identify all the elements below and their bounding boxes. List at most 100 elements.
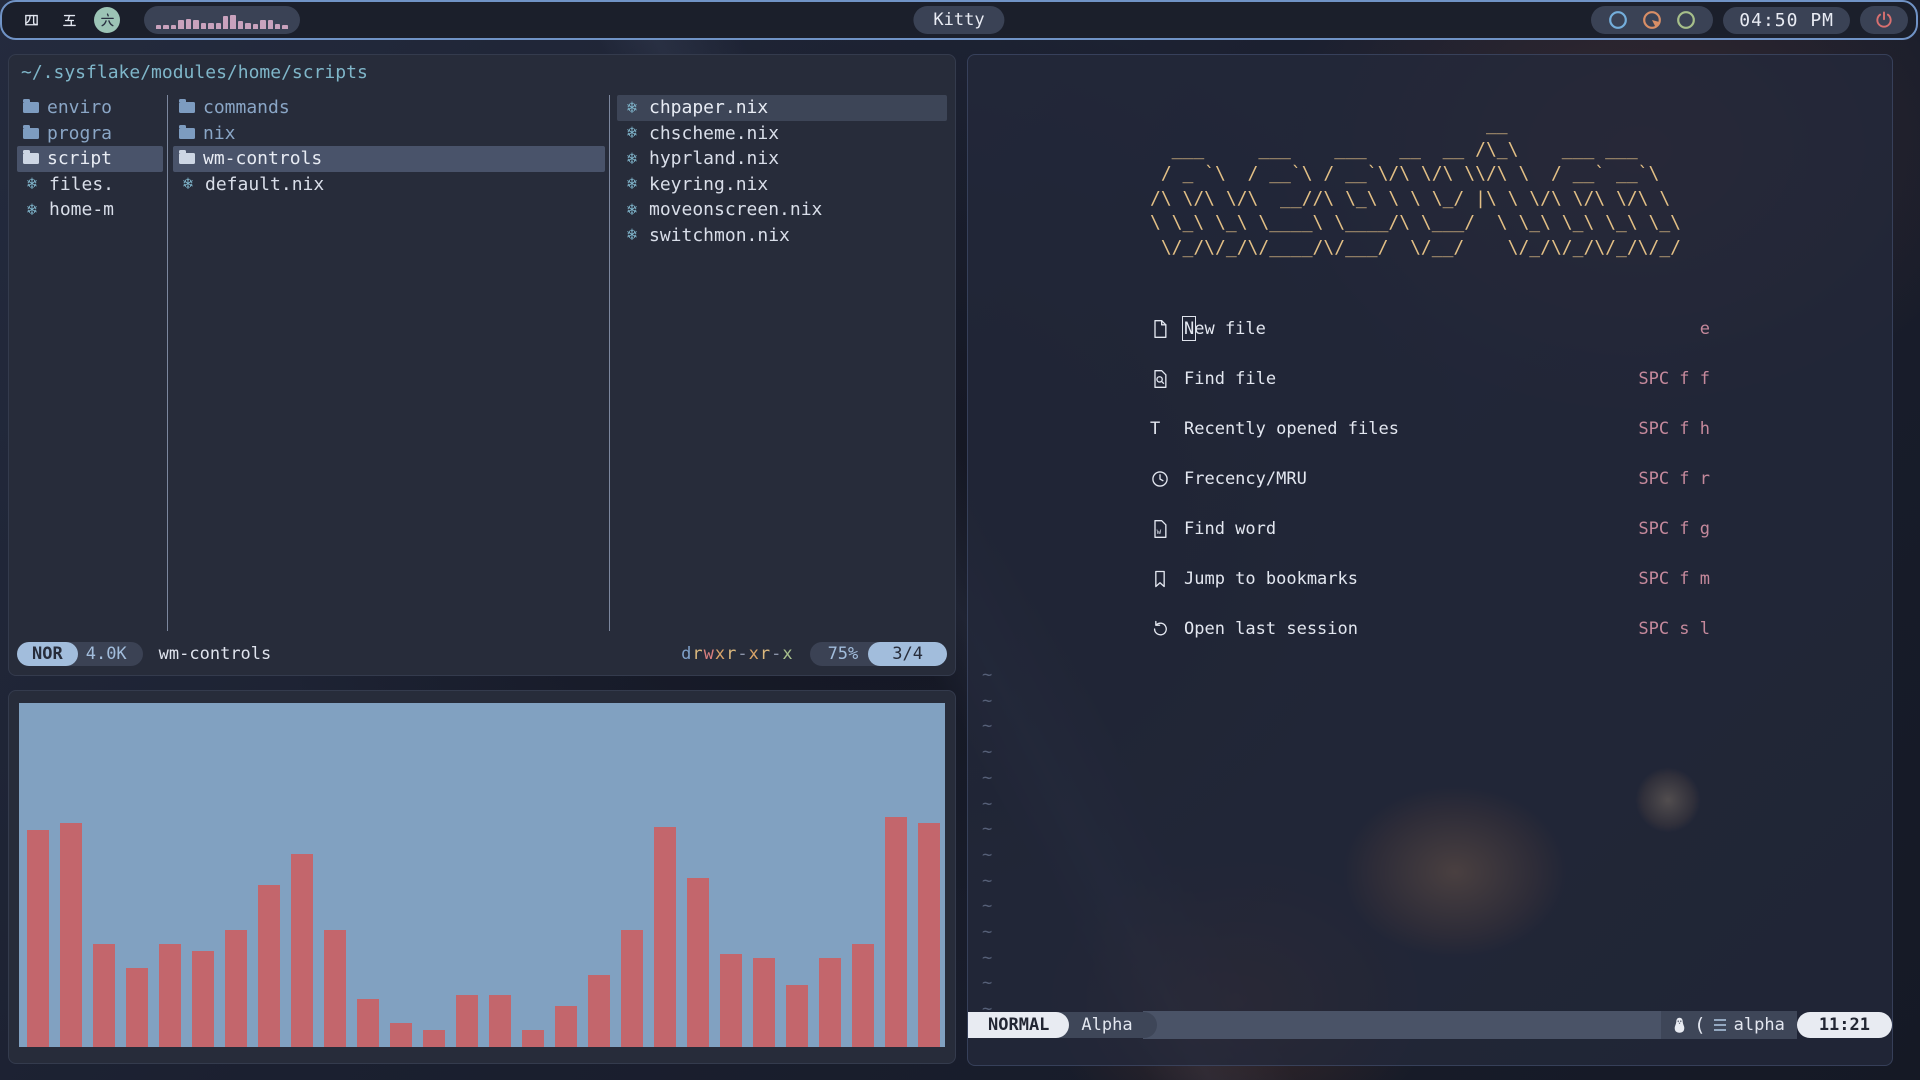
chart-bar [390,1023,412,1047]
chart-bar [588,975,610,1047]
menu-item-frecency-mru[interactable]: Frecency/MRUSPC f r [1150,454,1710,504]
sparkline-bar [268,20,273,29]
menu-item-find-file[interactable]: Find fileSPC f f [1150,354,1710,404]
memory-ring-icon [1641,9,1663,31]
file-row[interactable]: ❄ chpaper.nix [617,95,947,121]
file-row[interactable]: ❄chscheme.nix [617,121,947,147]
disk-ring-icon [1675,9,1697,31]
nix-snowflake-icon: ❄ [623,98,641,118]
sparkline-bar [253,24,258,29]
text-cursor [1182,316,1196,341]
menu-item-shortcut: SPC s l [1638,619,1710,639]
file-name: moveonscreen.nix [649,199,822,220]
menu-item-find-word[interactable]: wFind wordSPC f g [1150,504,1710,554]
nix-snowflake-icon: ❄ [623,200,641,220]
file-row[interactable]: script [17,146,163,172]
file-row[interactable]: ❄ switchmon.nix [617,223,947,249]
chart-bar [885,817,907,1047]
nix-snowflake-icon: ❄ [623,225,641,245]
mode-badge: NOR [17,642,78,666]
workspace-5[interactable] [56,7,82,33]
sparkline-bar [223,16,228,29]
vim-mode-badge: NORMAL [968,1012,1069,1038]
chart-bar [258,885,280,1047]
menu-item-jump-to-bookmarks[interactable]: Jump to bookmarksSPC f m [1150,554,1710,604]
sparkline-bar [230,15,235,29]
file-name: wm-controls [203,148,322,169]
power-icon [1874,10,1894,30]
menu-item-label: Recently opened files [1184,419,1399,439]
perm-char: r [692,644,703,664]
statusline-fill [1143,1011,1662,1039]
new-file-icon [1150,319,1184,339]
statusline-right-group: ( alpha [1661,1011,1797,1039]
workspace-group [2,6,300,34]
chart-bar [159,944,181,1047]
menu-item-new-file[interactable]: New file e [1150,304,1710,354]
file-row[interactable]: ❄ moveonscreen.nix [617,197,947,223]
perm-char: r [726,644,737,664]
chart-bar [852,944,874,1047]
file-name: nix [203,123,236,144]
last-session-icon [1150,619,1184,639]
focused-window-title: Kitty [913,6,1004,34]
power-button[interactable] [1860,6,1908,34]
perm-char: - [771,644,782,664]
chart-bar [720,954,742,1047]
sparkline-bar [163,25,168,29]
file-row[interactable]: ❄home-m [17,197,163,223]
file-row[interactable]: ❄hyprland.nix [617,146,947,172]
file-manager-window: ~/.sysflake/modules/home/scripts envirop… [8,54,956,676]
permissions-text: drwxr-xr-x [681,644,794,664]
file-row[interactable]: commands [173,95,605,121]
menu-item-shortcut: e [1700,319,1710,339]
bar-chart-bars [27,703,937,1047]
column-separator [167,95,168,631]
cpu-histogram-widget[interactable] [144,6,300,34]
file-row[interactable]: ❄keyring.nix [617,172,947,198]
file-name: commands [203,97,290,118]
top-bar: Kitty 04:50 PM [0,0,1918,40]
current-column: commands nix wm-controls ❄default.nix [173,95,605,631]
file-row[interactable]: enviro [17,95,163,121]
folder-icon [179,102,195,113]
workspace-4[interactable] [18,7,44,33]
sparkline-bar [193,20,198,29]
workspace-6-active[interactable] [94,7,120,33]
file-row[interactable]: progra [17,121,163,147]
perm-char: x [749,644,760,664]
statusline-right-text: alpha [1734,1015,1785,1035]
chart-bar [27,830,49,1047]
menu-item-open-last-session[interactable]: Open last sessionSPC s l [1150,604,1710,654]
file-name: script [47,148,112,169]
menu-item-label: Jump to bookmarks [1184,569,1358,589]
file-row[interactable]: ❄files. [17,172,163,198]
file-name: chpaper.nix [649,97,768,118]
sparkline-bar [238,21,243,29]
menu-item-label: New file [1184,319,1266,339]
sparkline-bar [282,25,287,29]
chart-bar [555,1006,577,1047]
file-row[interactable]: wm-controls [173,146,605,172]
dashboard-menu: New file e Find fileSPC f fTRecently opene… [1150,304,1710,654]
find-word-icon: w [1150,519,1184,539]
file-row[interactable]: ❄default.nix [173,172,605,198]
chart-bar [918,823,940,1047]
sparkline-bar [245,23,250,29]
perm-char: d [681,644,692,664]
neovim-window: __ ___ ___ ___ __ __ /\_\ ___ ___ / _ `\… [967,54,1893,1066]
file-name: default.nix [205,174,324,195]
chart-bar [192,951,214,1047]
statusline-clock: 11:21 [1797,1012,1892,1038]
file-row[interactable]: nix [173,121,605,147]
cursor-position-badge: 3/4 [868,642,947,666]
nix-snowflake-icon: ❄ [23,174,41,194]
system-monitor-rings[interactable] [1591,6,1713,34]
file-name: progra [47,123,112,144]
file-name: switchmon.nix [649,225,790,246]
perm-char: r [760,644,771,664]
chart-bar [126,968,148,1047]
menu-item-recently-opened-files[interactable]: TRecently opened filesSPC f h [1150,404,1710,454]
chart-bar [60,823,82,1047]
sparkline-bar [260,20,265,29]
